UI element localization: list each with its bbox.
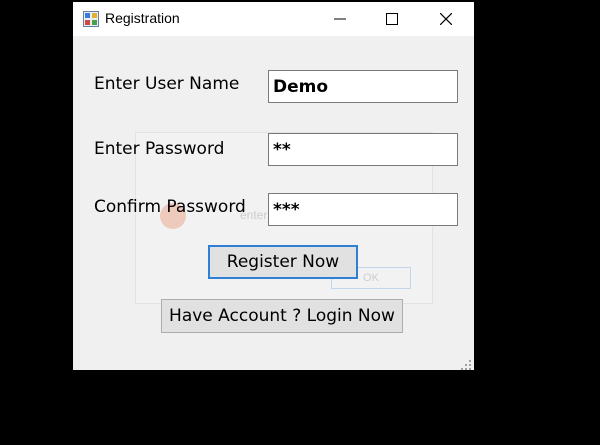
form-app-icon: [83, 11, 99, 27]
password-input[interactable]: [268, 133, 458, 166]
maximize-button[interactable]: [369, 2, 415, 36]
resize-grip-icon[interactable]: [460, 356, 472, 370]
maximize-icon: [386, 13, 398, 25]
login-link-button[interactable]: Have Account ? Login Now: [161, 299, 403, 333]
title-bar[interactable]: Registration: [73, 2, 474, 36]
registration-window: Registration enter both password same OK…: [73, 2, 474, 370]
password-label: Enter Password: [94, 139, 225, 159]
username-label: Enter User Name: [94, 74, 240, 94]
close-icon: [440, 13, 452, 25]
register-button[interactable]: Register Now: [208, 245, 358, 279]
minimize-button[interactable]: [317, 2, 363, 36]
confirm-password-label: Confirm Password: [94, 197, 246, 217]
close-button[interactable]: [423, 2, 469, 36]
username-input[interactable]: [268, 70, 458, 103]
minimize-icon: [334, 18, 346, 20]
window-title: Registration: [105, 10, 180, 26]
confirm-password-input[interactable]: [268, 193, 458, 226]
